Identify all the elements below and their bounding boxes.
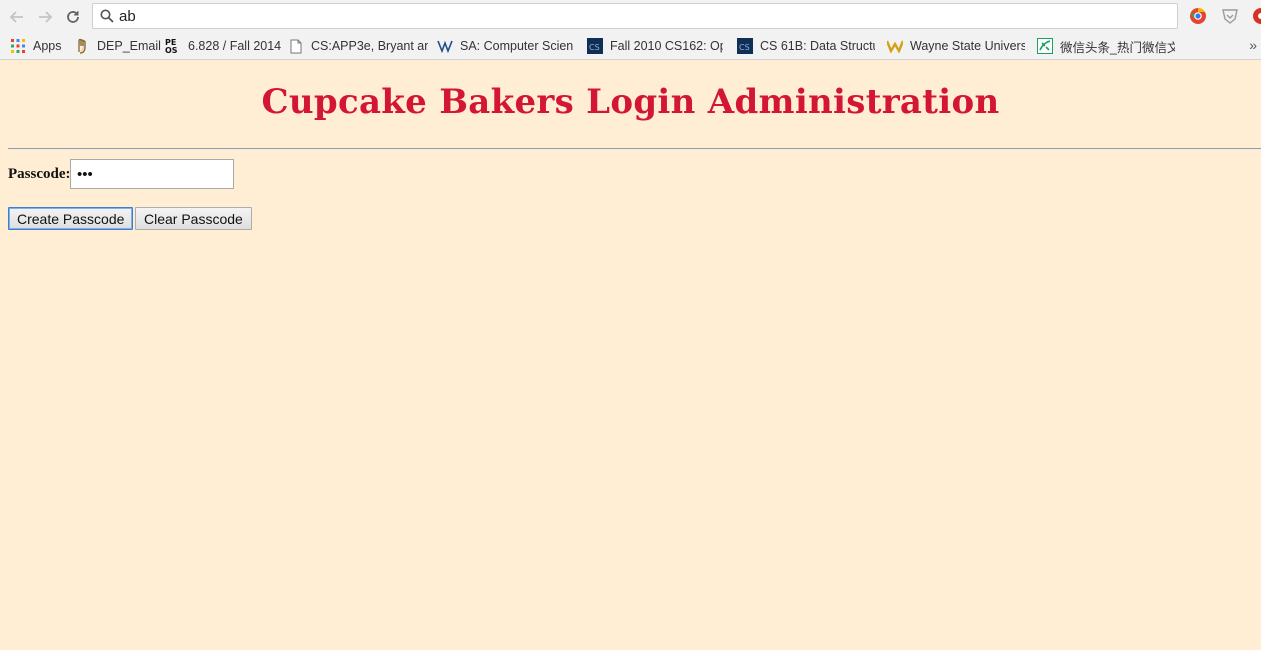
berkeley-cs-icon: CS xyxy=(587,38,603,54)
create-passcode-button[interactable]: Create Passcode xyxy=(8,207,134,230)
wayne-state-w-icon xyxy=(887,38,903,54)
bookmark-weixin[interactable]: 微信头条_热门微信文 xyxy=(1037,37,1175,55)
bookmark-cs61b[interactable]: CS CS 61B: Data Structur xyxy=(737,37,875,55)
bookmark-label: CS:APP3e, Bryant and xyxy=(311,39,428,53)
forward-button[interactable] xyxy=(34,6,56,28)
forward-arrow-icon xyxy=(39,11,53,23)
passcode-input[interactable] xyxy=(70,159,234,189)
weixin-logo-icon xyxy=(1037,38,1053,54)
passcode-label: Passcode: xyxy=(8,166,71,182)
berkeley-cs-icon: CS xyxy=(737,38,753,54)
bookmark-wayne-state[interactable]: Wayne State Universi xyxy=(887,37,1025,55)
bookmark-label: 6.828 / Fall 2014 xyxy=(188,39,282,53)
hand-icon xyxy=(74,38,90,54)
bookmark-cs162[interactable]: CS Fall 2010 CS162: Ope xyxy=(587,37,723,55)
bookmarks-bar: Apps DEP_Email PE OS 6.828 / Fall 2014 CS… xyxy=(0,33,1261,60)
apps-grid-icon xyxy=(10,38,26,54)
bookmark-label: SA: Computer Science xyxy=(460,39,573,53)
bookmarks-overflow-button[interactable]: » xyxy=(1249,37,1257,53)
pdos-logo-icon: PE OS xyxy=(165,38,181,54)
extension-chrome-icon[interactable] xyxy=(1189,7,1207,25)
bookmark-label: CS 61B: Data Structur xyxy=(760,39,875,53)
address-bar[interactable] xyxy=(92,3,1178,29)
bookmark-label: 微信头条_热门微信文 xyxy=(1060,40,1175,55)
site-logo-icon xyxy=(437,38,453,54)
bookmark-6828[interactable]: PE OS 6.828 / Fall 2014 xyxy=(165,37,281,55)
extension-red-icon[interactable] xyxy=(1252,7,1261,25)
page-content: Cupcake Bakers Login Administration Pass… xyxy=(0,60,1261,650)
page-title: Cupcake Bakers Login Administration xyxy=(261,82,1000,122)
reload-icon xyxy=(67,11,79,23)
bookmark-csapp[interactable]: CS:APP3e, Bryant and xyxy=(288,37,428,55)
bookmark-label: DEP_Email xyxy=(97,39,161,53)
svg-text:CS: CS xyxy=(739,43,750,52)
extension-shield-icon[interactable] xyxy=(1221,7,1239,25)
reload-button[interactable] xyxy=(62,6,84,28)
title-divider xyxy=(8,148,1261,150)
search-icon xyxy=(100,9,114,23)
back-arrow-icon xyxy=(9,11,23,23)
clear-passcode-button[interactable]: Clear Passcode xyxy=(135,207,252,230)
bookmark-apps[interactable]: Apps xyxy=(10,37,62,55)
svg-text:CS: CS xyxy=(589,43,600,52)
svg-text:OS: OS xyxy=(165,46,178,54)
back-button[interactable] xyxy=(6,6,28,28)
document-icon xyxy=(288,38,304,54)
bookmark-label: Fall 2010 CS162: Ope xyxy=(610,39,723,53)
browser-toolbar xyxy=(0,0,1261,33)
bookmark-dep-email[interactable]: DEP_Email xyxy=(74,37,161,55)
address-input[interactable] xyxy=(119,6,1159,26)
bookmark-label: Apps xyxy=(33,39,62,53)
bookmark-sa-computer-science[interactable]: SA: Computer Science xyxy=(437,37,573,55)
bookmark-label: Wayne State Universi xyxy=(910,39,1025,53)
